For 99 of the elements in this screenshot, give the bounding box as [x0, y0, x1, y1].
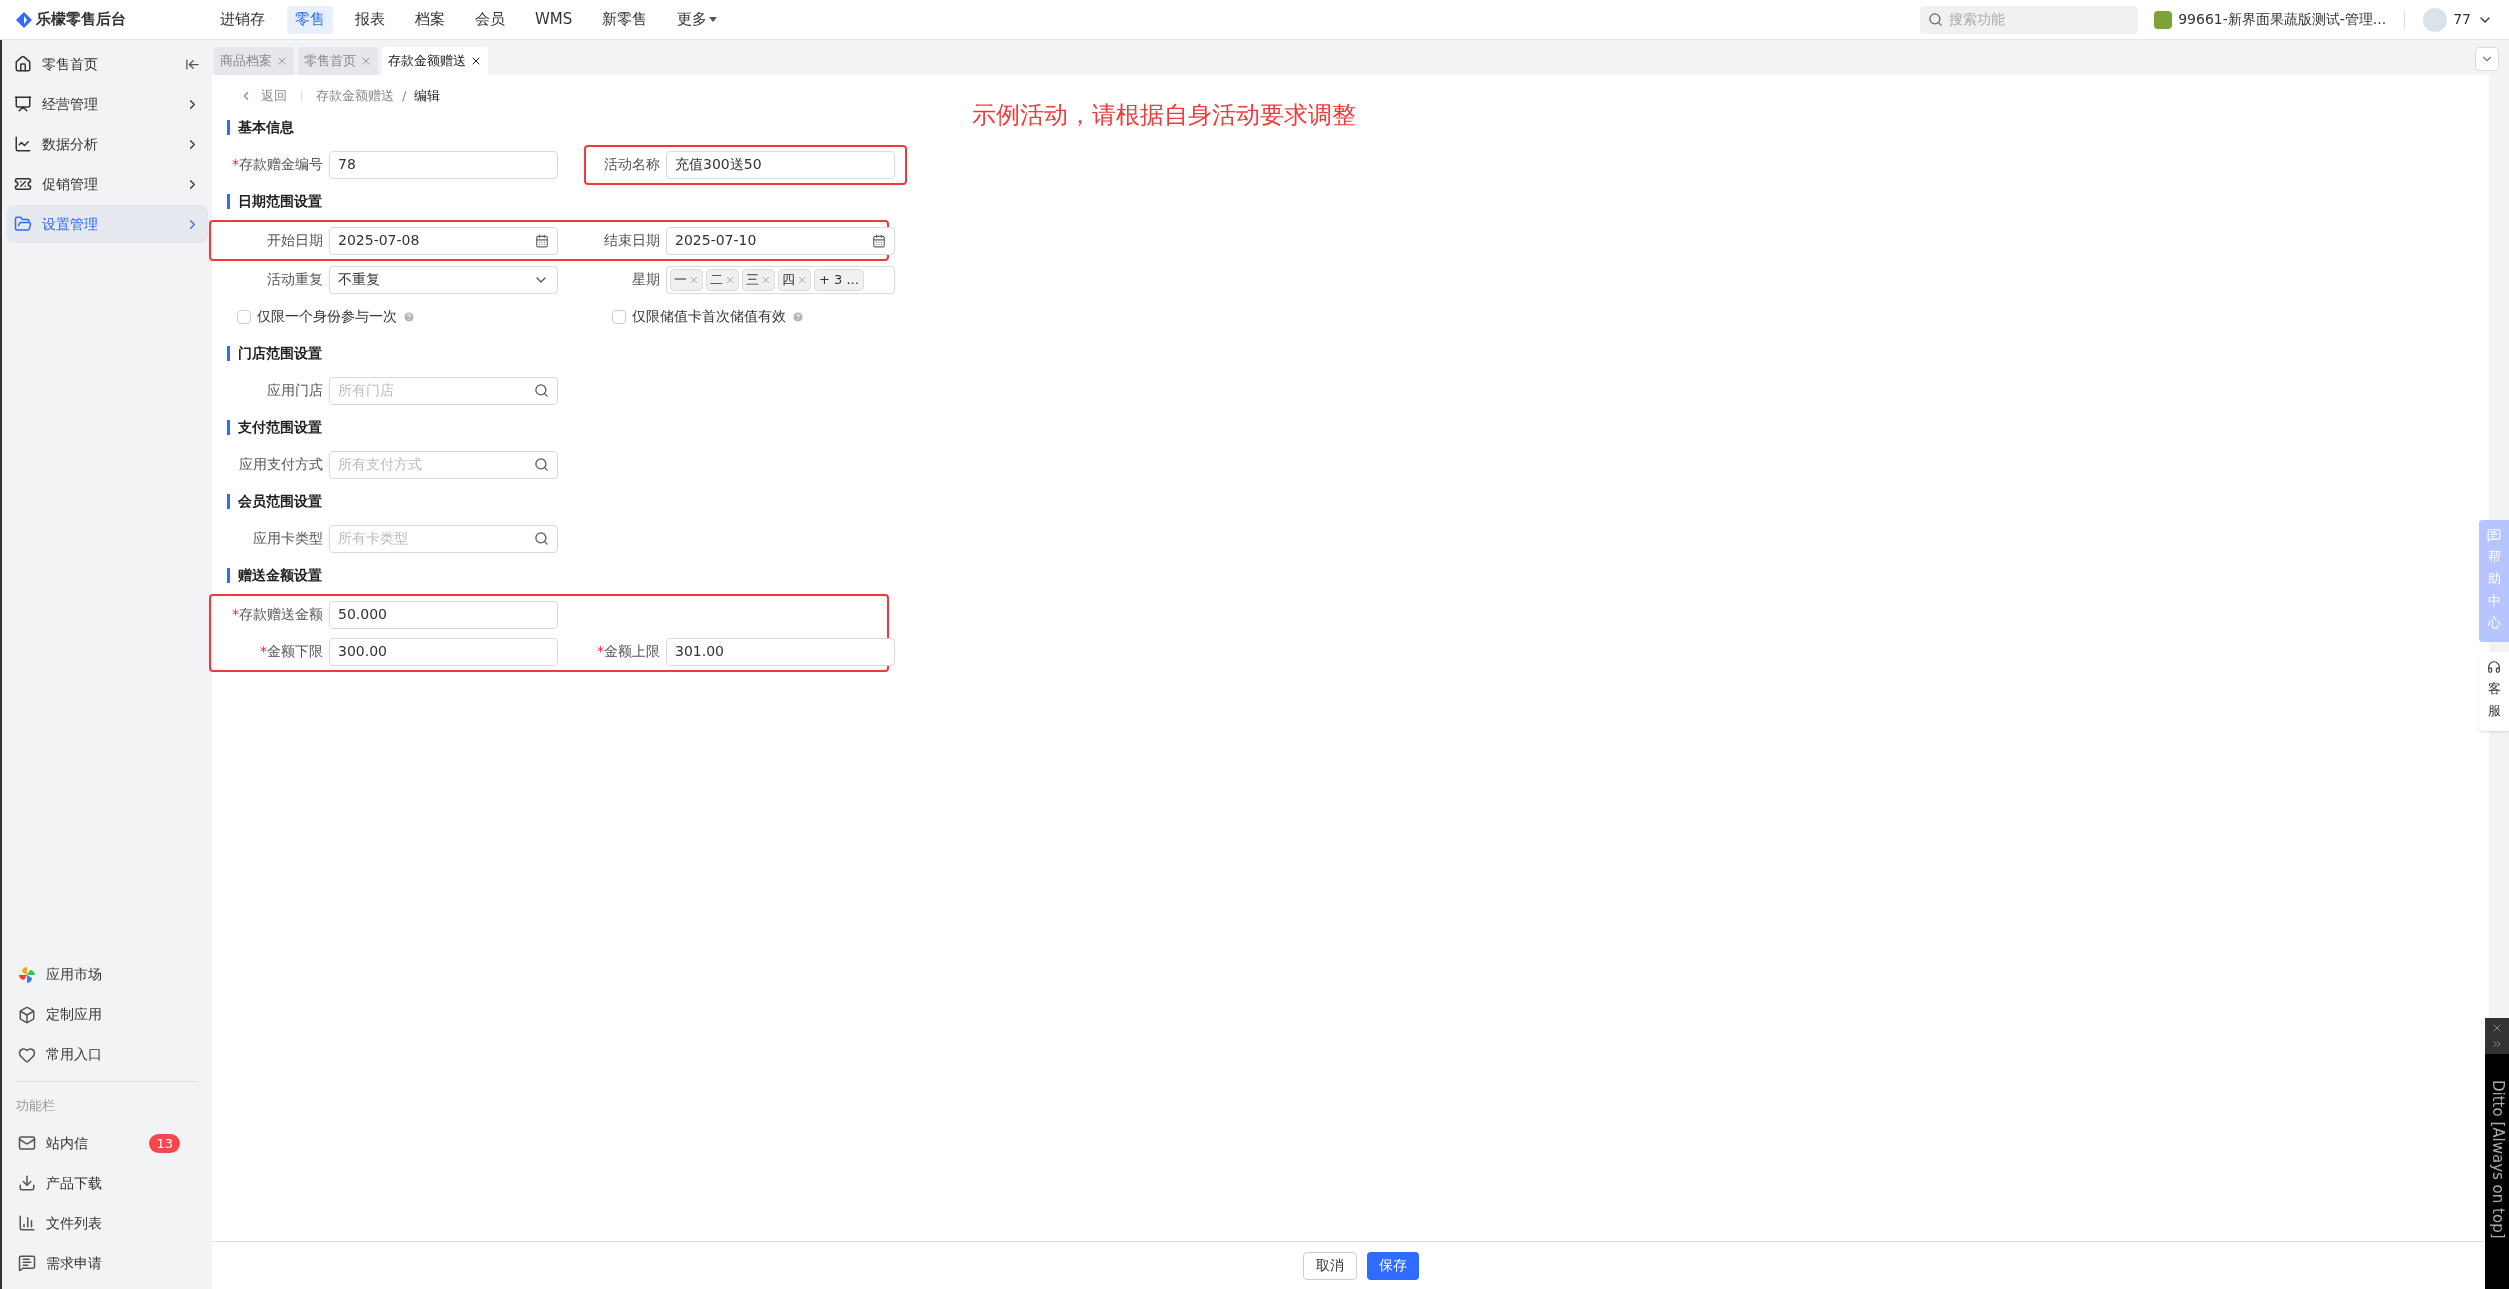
cube-icon: [18, 1005, 36, 1024]
nav-tab[interactable]: WMS: [527, 5, 581, 34]
sidebar-item[interactable]: 定制应用: [6, 994, 208, 1035]
nav-tab[interactable]: 更多: [669, 5, 726, 34]
chevrons-right-icon[interactable]: [2491, 1038, 2503, 1050]
sidebar-item[interactable]: 零售首页: [6, 45, 208, 83]
nav-tab[interactable]: 报表: [347, 5, 393, 34]
text-input[interactable]: 充值300送50: [666, 150, 895, 179]
back-link[interactable]: 返回: [261, 86, 287, 106]
annotation-text: 示例活动，请根据自身活动要求调整: [972, 100, 1356, 131]
tag: 二: [706, 268, 739, 291]
nav-tab[interactable]: 进销存: [212, 5, 273, 34]
customer-service-tab[interactable]: 客服: [2479, 652, 2509, 731]
field-label: 开始日期: [266, 231, 323, 250]
checkbox[interactable]: [237, 309, 251, 324]
sidebar-item[interactable]: 站内信 13: [6, 1123, 208, 1163]
download-icon: [18, 1174, 36, 1192]
heart-icon: [18, 1045, 36, 1064]
line-chart-icon: [14, 135, 32, 153]
app-title: 乐檬零售后台: [36, 9, 126, 31]
sidebar-item[interactable]: 设置管理: [6, 205, 208, 243]
sidebar-item[interactable]: 应用市场: [6, 954, 208, 995]
sidebar-item[interactable]: 文件列表: [6, 1203, 208, 1243]
sidebar-item[interactable]: 经营管理: [6, 85, 208, 123]
more-tag: + 3 ...: [814, 268, 864, 291]
home-icon: [14, 55, 32, 73]
monitor-icon: [14, 95, 32, 113]
field-label: 应用支付方式: [238, 455, 323, 474]
section-title: 支付范围设置: [238, 418, 322, 437]
text-input[interactable]: 301.00: [666, 637, 895, 666]
section-title: 基本信息: [238, 118, 294, 137]
tab-menu-button[interactable]: [2475, 47, 2499, 71]
field-label: *金额下限: [259, 642, 323, 661]
breadcrumb-current: 编辑: [414, 87, 441, 106]
section-label: 功能栏: [15, 1096, 56, 1115]
headset-icon: [2487, 660, 2501, 675]
nav-tab[interactable]: 档案: [407, 5, 453, 34]
sidebar-item[interactable]: 需求申请: [6, 1243, 208, 1283]
date-input[interactable]: 2025-07-10: [666, 226, 895, 255]
message-icon: [18, 1254, 36, 1272]
text-input[interactable]: 300.00: [329, 637, 558, 666]
calendar-icon: [535, 233, 549, 248]
tag: 三: [742, 268, 775, 291]
section-title: 门店范围设置: [238, 344, 322, 363]
section-title: 会员范围设置: [238, 492, 322, 511]
sidebar-item[interactable]: 常用入口: [6, 1034, 208, 1075]
store-name[interactable]: 99661-新界面果蔬版测试-管理...: [2178, 9, 2387, 30]
cancel-button[interactable]: 取消: [1302, 1251, 1357, 1280]
nav-tab[interactable]: 零售: [287, 5, 333, 34]
count-badge: 13: [149, 1133, 180, 1153]
save-button[interactable]: 保存: [1366, 1251, 1419, 1280]
close-icon[interactable]: [470, 55, 482, 67]
bar-chart-icon: [18, 1214, 36, 1232]
ticket-icon: [14, 175, 32, 193]
select-dropdown[interactable]: 不重复: [329, 265, 558, 294]
field-label: 活动重复: [266, 270, 323, 289]
ditto-title: Ditto [Always on top]: [2487, 1080, 2508, 1239]
field-label: *存款赠送金额: [231, 605, 323, 624]
sidebar-item[interactable]: 产品下载: [6, 1163, 208, 1203]
caret-icon: [709, 17, 718, 22]
message-icon: [2487, 528, 2501, 542]
user-name[interactable]: 77: [2453, 9, 2471, 30]
field-label: 应用门店: [266, 381, 323, 400]
field-label: *金额上限: [596, 642, 660, 661]
field-label: 应用卡类型: [252, 529, 323, 548]
field-label: 星期: [631, 270, 660, 289]
checkbox-label: 仅限一个身份参与一次: [257, 307, 397, 326]
sidebar-item[interactable]: 促销管理: [6, 165, 208, 203]
date-input[interactable]: 2025-07-08: [329, 226, 558, 255]
tag: 四: [778, 268, 811, 291]
avatar[interactable]: [2423, 7, 2448, 32]
calendar-icon: [872, 233, 886, 248]
nav-tab[interactable]: 新零售: [594, 5, 656, 34]
store-logo-icon: [2154, 10, 2173, 29]
help-icon: [403, 310, 415, 323]
sidebar-item[interactable]: 数据分析: [6, 125, 208, 163]
search-icon: [1928, 12, 1944, 27]
page-tab[interactable]: 存款金额赠送: [382, 47, 488, 75]
checkbox-label: 仅限储值卡首次储值有效: [632, 307, 786, 326]
field-label: *存款赠金编号: [231, 155, 323, 174]
breadcrumb-separator: /: [402, 87, 407, 106]
field-label: 结束日期: [603, 231, 660, 250]
search-icon: [534, 457, 549, 472]
text-input[interactable]: 50.000: [329, 600, 558, 629]
search-icon: [534, 383, 549, 398]
nav-tab[interactable]: 会员: [467, 5, 513, 34]
checkbox[interactable]: [612, 309, 626, 324]
search-icon: [534, 531, 549, 546]
section-title: 日期范围设置: [238, 192, 322, 211]
breadcrumb-link[interactable]: 存款金额赠送: [316, 86, 394, 106]
text-input[interactable]: 78: [329, 150, 558, 179]
field-label: 活动名称: [603, 155, 660, 174]
tag: 一: [670, 268, 703, 291]
section-title: 赠送金额设置: [238, 566, 322, 585]
logo-icon: [16, 11, 32, 28]
pinwheel-icon: [18, 965, 36, 984]
folder-icon: [14, 215, 32, 233]
mail-icon: [18, 1134, 36, 1152]
help-icon: [792, 310, 804, 323]
